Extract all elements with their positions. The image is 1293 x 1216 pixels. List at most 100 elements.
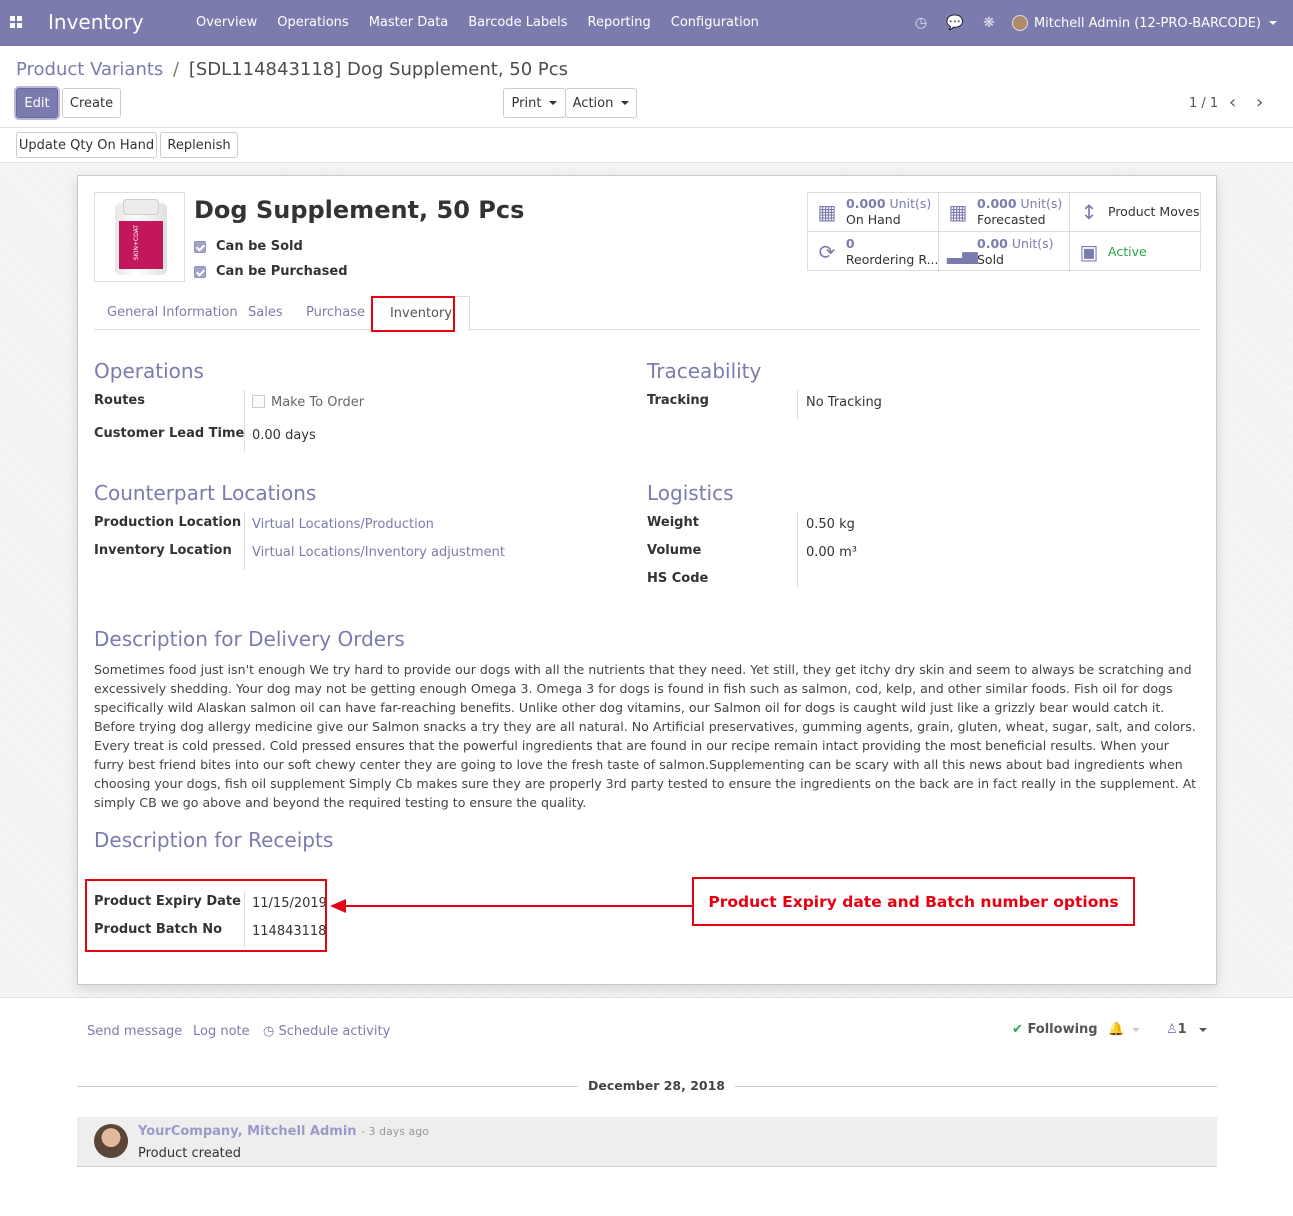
make-to-order-label: Make To Order	[271, 395, 365, 410]
on-hand-button[interactable]: ▦ 0.000 Unit(s) On Hand	[808, 193, 939, 232]
product-name: Dog Supplement, 50 Pcs	[194, 196, 525, 224]
breadcrumb-parent[interactable]: Product Variants	[16, 59, 163, 80]
routes-label: Routes	[94, 393, 145, 408]
following-caret-icon	[1132, 1027, 1141, 1032]
menu-item-operations[interactable]: Operations	[267, 0, 358, 46]
sold-button[interactable]: ▂▄ 0.00 Unit(s) Sold	[939, 232, 1070, 272]
tracking-label: Tracking	[647, 393, 709, 408]
print-dropdown[interactable]: Print	[503, 88, 566, 118]
pager-value[interactable]: 1 / 1	[1189, 96, 1218, 111]
forecasted-button[interactable]: ▦ 0.000 Unit(s) Forecasted	[939, 193, 1070, 232]
breadcrumb-current: [SDL114843118] Dog Supplement, 50 Pcs	[188, 59, 569, 80]
chat-icon[interactable]: 💬	[938, 15, 972, 31]
menu-item-reporting[interactable]: Reporting	[578, 0, 661, 46]
lead-time-label: Customer Lead Time	[94, 426, 245, 441]
tab-purchase[interactable]: Purchase	[306, 305, 365, 320]
update-qty-button[interactable]: Update Qty On Hand	[16, 132, 157, 158]
user-caret-icon	[1269, 21, 1277, 25]
volume-field: 0.00 m³	[806, 545, 857, 560]
volume-value: 0.00	[806, 545, 835, 560]
user-icon: ♙	[1166, 1022, 1178, 1037]
delivery-description-title: Description for Delivery Orders	[94, 627, 405, 651]
followers-count: 1	[1177, 1022, 1187, 1037]
send-message-link[interactable]: Send message	[87, 1024, 182, 1039]
schedule-activity-link[interactable]: ◷ Schedule activity	[263, 1024, 390, 1039]
on-hand-value: 0.000	[846, 196, 886, 211]
production-location-label: Production Location	[94, 515, 242, 530]
forecasted-value: 0.000	[977, 196, 1017, 211]
production-location-link[interactable]: Virtual Locations/Production	[252, 517, 434, 532]
replenish-button[interactable]: Replenish	[160, 132, 238, 158]
forecasted-label: Forecasted	[977, 212, 1046, 227]
bottle-graphic: SKIN+COAT	[115, 199, 167, 275]
schedule-activity-label: Schedule activity	[278, 1024, 391, 1039]
print-label: Print	[511, 95, 542, 111]
up-down-arrows-icon: ↕	[1080, 200, 1098, 224]
pager-previous-icon[interactable]: ‹	[1229, 92, 1236, 113]
create-button[interactable]: Create	[62, 88, 121, 118]
following-label: Following	[1027, 1022, 1098, 1037]
bottle-cap	[123, 199, 159, 215]
app-title[interactable]: Inventory	[48, 10, 144, 34]
message-header: YourCompany, Mitchell Admin - 3 days ago	[138, 1124, 429, 1139]
followers-caret-icon	[1198, 1027, 1207, 1032]
activity-clock-icon[interactable]: ◷	[904, 15, 938, 31]
user-menu[interactable]: Mitchell Admin (12-PRO-BARCODE)	[1006, 15, 1293, 31]
product-moves-label: Product Moves	[1108, 204, 1200, 219]
menu-item-master-data[interactable]: Master Data	[359, 0, 459, 46]
active-label: Active	[1108, 244, 1147, 259]
followers-button[interactable]: ♙1	[1166, 1022, 1207, 1037]
menu-item-barcode-labels[interactable]: Barcode Labels	[458, 0, 577, 46]
chatter-message: YourCompany, Mitchell Admin - 3 days ago…	[77, 1117, 1217, 1167]
action-dropdown[interactable]: Action	[565, 88, 637, 118]
can-be-purchased-field: Can be Purchased	[194, 264, 348, 279]
control-panel-divider	[0, 127, 1293, 128]
can-be-sold-checkbox[interactable]	[194, 240, 206, 253]
following-button[interactable]: ✔ Following 🔔	[1012, 1022, 1141, 1037]
can-be-purchased-label: Can be Purchased	[216, 264, 348, 279]
apps-menu-icon[interactable]	[10, 16, 22, 28]
menu-item-configuration[interactable]: Configuration	[661, 0, 769, 46]
menu-item-overview[interactable]: Overview	[186, 0, 267, 46]
user-avatar	[1011, 15, 1028, 31]
message-time: - 3 days ago	[361, 1125, 429, 1138]
weight-value: 0.50	[806, 517, 835, 532]
volume-unit: m³	[839, 545, 857, 560]
author-avatar[interactable]	[94, 1124, 128, 1158]
can-be-purchased-checkbox[interactable]	[194, 265, 206, 278]
message-author[interactable]: YourCompany, Mitchell Admin	[138, 1124, 357, 1139]
notebook-tabs: General Information Sales Purchase Inven…	[94, 296, 1200, 331]
on-hand-label: On Hand	[846, 212, 901, 227]
tab-sales[interactable]: Sales	[248, 305, 283, 320]
debug-bug-icon[interactable]: ❋	[972, 15, 1006, 31]
routes-field[interactable]: Make To Order	[252, 395, 364, 410]
hs-code-label: HS Code	[647, 571, 709, 586]
tab-general-information[interactable]: General Information	[107, 305, 238, 320]
product-image[interactable]: SKIN+COAT	[94, 192, 185, 282]
message-body: Product created	[138, 1146, 242, 1161]
sold-value: 0.00	[977, 236, 1008, 251]
inventory-location-link[interactable]: Virtual Locations/Inventory adjustment	[252, 545, 505, 560]
bell-icon[interactable]: 🔔	[1108, 1022, 1124, 1037]
can-be-sold-label: Can be Sold	[216, 239, 303, 254]
reordering-rules-button[interactable]: ⟳ 0 Reordering R...	[808, 232, 939, 272]
log-note-link[interactable]: Log note	[193, 1024, 250, 1039]
make-to-order-checkbox[interactable]	[252, 395, 265, 408]
annotation-callout: Product Expiry date and Batch number opt…	[692, 877, 1135, 926]
product-moves-button[interactable]: ↕ Product Moves	[1070, 193, 1202, 232]
can-be-sold-field: Can be Sold	[194, 239, 303, 254]
print-caret-icon	[549, 101, 558, 105]
forecasted-unit: Unit(s)	[1020, 196, 1063, 211]
sold-unit: Unit(s)	[1011, 236, 1054, 251]
tracking-value: No Tracking	[806, 395, 882, 410]
field-divider	[244, 390, 245, 452]
edit-button[interactable]: Edit	[16, 88, 58, 118]
annotation-arrow-head	[330, 899, 346, 913]
bar-chart-icon: ▂▄	[947, 240, 978, 264]
reordering-label: Reordering R...	[845, 252, 938, 267]
counterpart-locations-title: Counterpart Locations	[94, 481, 317, 505]
user-name: Mitchell Admin (12-PRO-BARCODE)	[1033, 15, 1261, 31]
building-icon: ▦	[817, 200, 837, 224]
active-toggle-button[interactable]: ▣ Active	[1070, 232, 1202, 272]
pager-next-icon[interactable]: ›	[1256, 92, 1263, 113]
